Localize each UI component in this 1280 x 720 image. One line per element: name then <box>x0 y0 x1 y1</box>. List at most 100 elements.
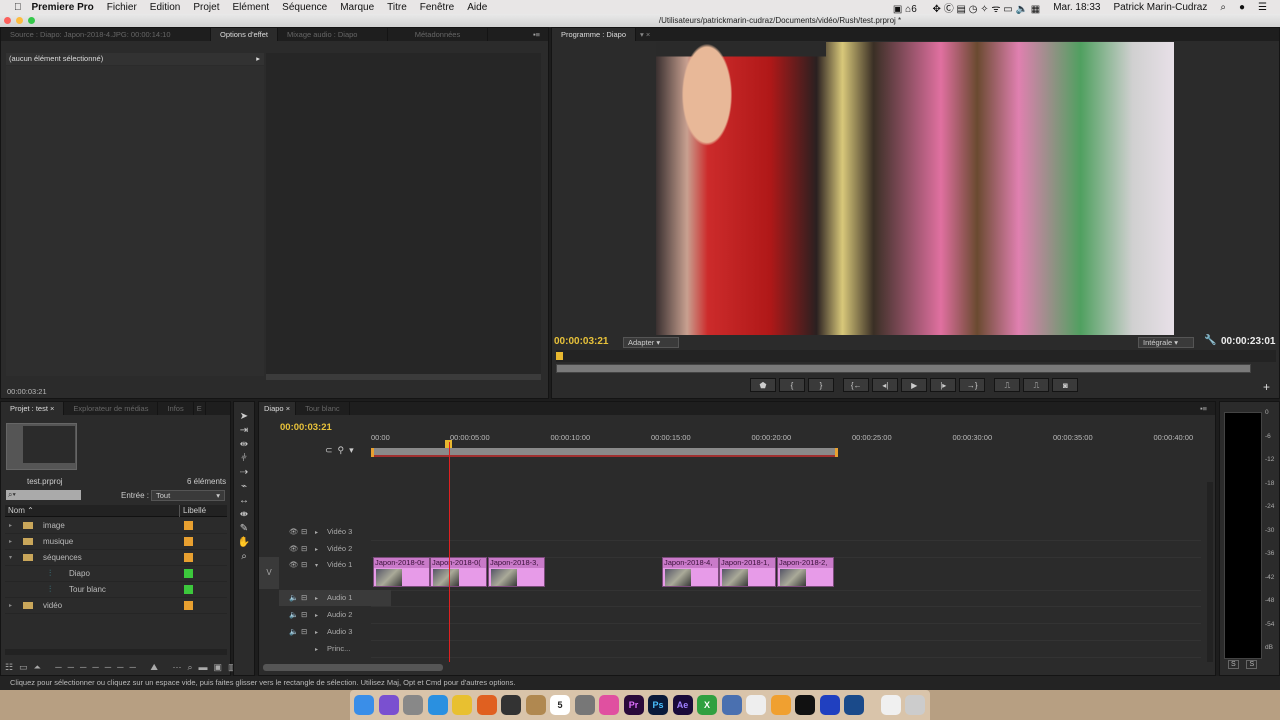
tab-project[interactable]: Projet : test × <box>1 402 65 415</box>
solo-left-button[interactable]: S <box>1228 660 1239 669</box>
tab-more[interactable]: E <box>194 402 206 415</box>
dock-siri-icon[interactable] <box>378 695 399 715</box>
rate-stretch-tool-icon[interactable]: ⇢ <box>237 467 251 479</box>
hand-tool-icon[interactable]: ✋ <box>237 537 251 549</box>
project-item[interactable]: ▸ musique <box>5 534 227 550</box>
video-clip[interactable]: Japon-2018-0ε <box>373 557 430 587</box>
menu-aide[interactable]: Aide <box>467 2 487 13</box>
tab-audio-mixer[interactable]: Mixage audio : Diapo <box>278 28 388 41</box>
project-item[interactable]: ▸ image <box>5 518 227 534</box>
project-bottom-toolbar[interactable]: ☷▭⏶ ─────── ⛰ ⋯⌕▬▣▥ <box>5 662 243 673</box>
video-clip[interactable]: Japon-2018-2, <box>777 557 834 587</box>
project-item[interactable]: ▾ séquences <box>5 550 227 566</box>
export-frame-button[interactable]: ◙ <box>1052 378 1079 392</box>
column-name[interactable]: Nom ⌃ <box>5 506 34 515</box>
rolling-edit-tool-icon[interactable]: ⫩ <box>237 453 251 465</box>
eye-icon[interactable]: 👁 <box>289 541 301 557</box>
step-forward-button[interactable]: |▸ <box>930 378 957 392</box>
video-clip[interactable]: Japon-2018-1, <box>719 557 776 587</box>
dock-quicktime-icon[interactable] <box>795 695 815 715</box>
menu-titre[interactable]: Titre <box>387 2 407 13</box>
sync-lock-icon[interactable]: ⊟ <box>301 590 315 606</box>
timeline-timecode[interactable]: 00:00:03:21 <box>280 422 332 433</box>
effect-scrollbar[interactable] <box>266 374 541 380</box>
video-clip[interactable]: Japon-2018-4, <box>662 557 719 587</box>
dock-finder-icon[interactable] <box>354 695 374 715</box>
track-header[interactable]: 🔈 ⊟ ▸ Audio 1 <box>279 590 391 606</box>
program-time-ruler[interactable] <box>556 350 1276 362</box>
dock-safari-icon[interactable] <box>427 695 448 715</box>
user-name[interactable]: Patrick Marin-Cudraz <box>1113 2 1207 13</box>
dock-launchpad-icon[interactable] <box>403 695 423 715</box>
speaker-icon[interactable]: 🔈 <box>289 624 301 640</box>
extract-button[interactable]: ⎍ <box>1023 378 1050 392</box>
mark-out-button[interactable]: } <box>808 378 834 392</box>
pen-tool-icon[interactable]: ✎ <box>237 523 251 535</box>
spotlight-icon[interactable]: ⌕ <box>1220 2 1226 13</box>
project-scrollbar[interactable] <box>5 649 227 655</box>
tab-effect-options[interactable]: Options d'effet <box>211 28 278 41</box>
timeline-vertical-scrollbar[interactable] <box>1207 482 1213 662</box>
dock-iphoto-icon[interactable] <box>819 695 840 715</box>
track-header[interactable]: 👁 ⊟ ▸ Vidéo 3 <box>279 524 391 540</box>
menu-sequence[interactable]: Séquence <box>282 2 327 13</box>
lift-button[interactable]: ⎍ <box>994 378 1021 392</box>
timeline-menu-icon[interactable]: ▪≡ <box>1200 402 1215 415</box>
zoom-tool-icon[interactable]: ⌕ <box>237 551 251 563</box>
status-icons[interactable]: ▣ ⌂6 ✥ Ⓒ ▤ ◷ ✧ ᯤ ▭ 🔈 ▦ <box>893 0 1040 15</box>
expand-track-icon[interactable]: ▸ <box>315 591 327 607</box>
panel-menu-icon[interactable]: ▪≡ <box>533 28 548 41</box>
go-to-out-button[interactable]: →} <box>959 378 986 392</box>
label-color-swatch[interactable] <box>184 569 193 578</box>
dock-x-icon[interactable]: X <box>697 695 717 715</box>
expand-arrow-icon[interactable]: ▸ <box>256 53 260 65</box>
menu-fichier[interactable]: Fichier <box>107 2 137 13</box>
fit-dropdown[interactable]: Adapter ▾ <box>623 337 679 348</box>
sync-lock-icon[interactable]: ⊟ <box>301 541 315 557</box>
program-current-timecode[interactable]: 00:00:03:21 <box>554 336 608 347</box>
dock-prefs-icon[interactable] <box>574 695 595 715</box>
disclosure-triangle-icon[interactable]: ▾ <box>5 554 15 561</box>
column-label[interactable]: Libellé <box>179 505 206 517</box>
work-area-start-handle[interactable] <box>371 448 374 457</box>
dock-preview-icon[interactable] <box>721 695 742 715</box>
playhead-line[interactable] <box>449 442 450 662</box>
dock-photos2-icon[interactable] <box>770 695 791 715</box>
siri-icon[interactable]: ● <box>1239 2 1245 13</box>
disclosure-triangle-icon[interactable]: ▸ <box>5 602 15 609</box>
sync-lock-icon[interactable]: ⊟ <box>301 624 315 640</box>
timeline-options-icons[interactable]: ⊂⚲▾ <box>325 445 359 456</box>
minimize-icon[interactable] <box>16 17 23 24</box>
tab-metadata[interactable]: Métadonnées <box>388 28 488 41</box>
timeline-ruler[interactable]: 00:00 00:00:05:00 00:00:10:00 00:00:15:00 00… <box>371 428 1201 464</box>
program-zoom-scrollbar[interactable] <box>556 364 1251 373</box>
sync-lock-icon[interactable]: ⊟ <box>301 607 315 623</box>
dock-notes-icon[interactable] <box>525 695 546 715</box>
sync-lock-icon[interactable]: ⊟ <box>301 524 315 540</box>
tab-program[interactable]: Programme : Diapo <box>552 28 637 41</box>
step-back-button[interactable]: ◂| <box>872 378 899 392</box>
entry-dropdown[interactable]: Tout ▾ <box>151 490 225 501</box>
dock-ps-icon[interactable]: Ps <box>648 695 668 715</box>
tab-diapo[interactable]: Diapo × <box>259 402 297 415</box>
dock-calendar-icon[interactable]: 5 <box>550 695 570 715</box>
mark-in-button[interactable]: { <box>779 378 805 392</box>
tab-tour-blanc[interactable]: Tour blanc <box>296 402 350 415</box>
expand-track-icon[interactable]: ▸ <box>315 625 327 641</box>
track-header[interactable]: 👁 ⊟ ▸ Vidéo 2 <box>279 541 391 557</box>
disclosure-triangle-icon[interactable]: ▸ <box>5 522 15 529</box>
dock-chrome-icon[interactable] <box>452 695 472 715</box>
expand-track-icon[interactable]: ▸ <box>315 642 327 658</box>
razor-tool-icon[interactable]: ⌁ <box>237 481 251 493</box>
play-button[interactable]: ▶ <box>901 378 928 392</box>
track-header[interactable]: 🔈 ⊟ ▸ Audio 3 <box>279 624 391 640</box>
close-icon[interactable] <box>4 17 11 24</box>
label-color-swatch[interactable] <box>184 585 193 594</box>
menu-element[interactable]: Elément <box>232 2 269 13</box>
go-to-in-button[interactable]: {← <box>843 378 870 392</box>
tab-source[interactable]: Source : Diapo: Japon-2018-4.JPG: 00:00:… <box>1 28 211 41</box>
disclosure-triangle-icon[interactable]: ▸ <box>5 538 15 545</box>
work-area-end-handle[interactable] <box>835 448 838 457</box>
menu-edition[interactable]: Edition <box>150 2 181 13</box>
video-clip[interactable]: Japon-2018-3, <box>488 557 545 587</box>
